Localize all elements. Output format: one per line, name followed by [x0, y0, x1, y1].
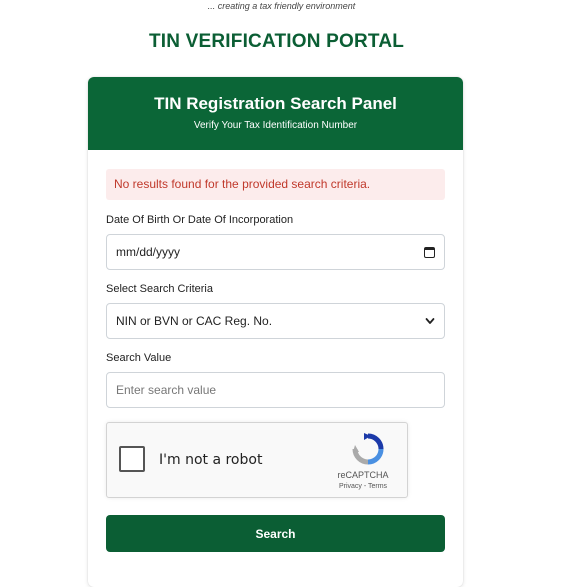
criteria-selected-value: NIN or BVN or CAC Reg. No. — [116, 314, 273, 328]
dob-label: Date Of Birth Or Date Of Incorporation — [106, 214, 294, 226]
criteria-label: Select Search Criteria — [106, 283, 213, 295]
panel-subtitle: Verify Your Tax Identification Number — [193, 120, 358, 131]
dob-input[interactable]: mm/dd/yyyy — [106, 234, 445, 270]
search-panel: TIN Registration Search Panel Verify You… — [88, 77, 463, 587]
dob-value: mm/dd/yyyy — [116, 245, 181, 259]
portal-title: TIN VERIFICATION PORTAL — [148, 31, 405, 52]
recaptcha-privacy-terms[interactable]: Privacy - Terms — [331, 483, 395, 490]
panel-title: TIN Registration Search Panel — [154, 94, 397, 113]
recaptcha-label: I'm not a robot — [159, 452, 263, 468]
chevron-down-icon — [425, 318, 435, 324]
criteria-select[interactable]: NIN or BVN or CAC Reg. No. — [106, 303, 445, 339]
search-value-label: Search Value — [106, 352, 172, 364]
search-value-input[interactable]: Enter search value — [106, 372, 445, 408]
tagline: ... creating a tax friendly environment — [207, 1, 356, 11]
panel-header: TIN Registration Search Panel Verify You… — [88, 77, 463, 150]
calendar-icon[interactable] — [424, 246, 435, 258]
search-value-placeholder: Enter search value — [116, 383, 217, 397]
search-button[interactable]: Search — [106, 515, 445, 552]
recaptcha-widget: I'm not a robot reCAPTCHA Privacy - Term… — [106, 422, 408, 498]
no-results-alert: No results found for the provided search… — [106, 169, 445, 200]
recaptcha-checkbox[interactable] — [119, 446, 145, 472]
recaptcha-logo-icon — [352, 433, 384, 465]
recaptcha-brand: reCAPTCHA — [337, 470, 389, 480]
panel-body: No results found for the provided search… — [88, 150, 463, 552]
